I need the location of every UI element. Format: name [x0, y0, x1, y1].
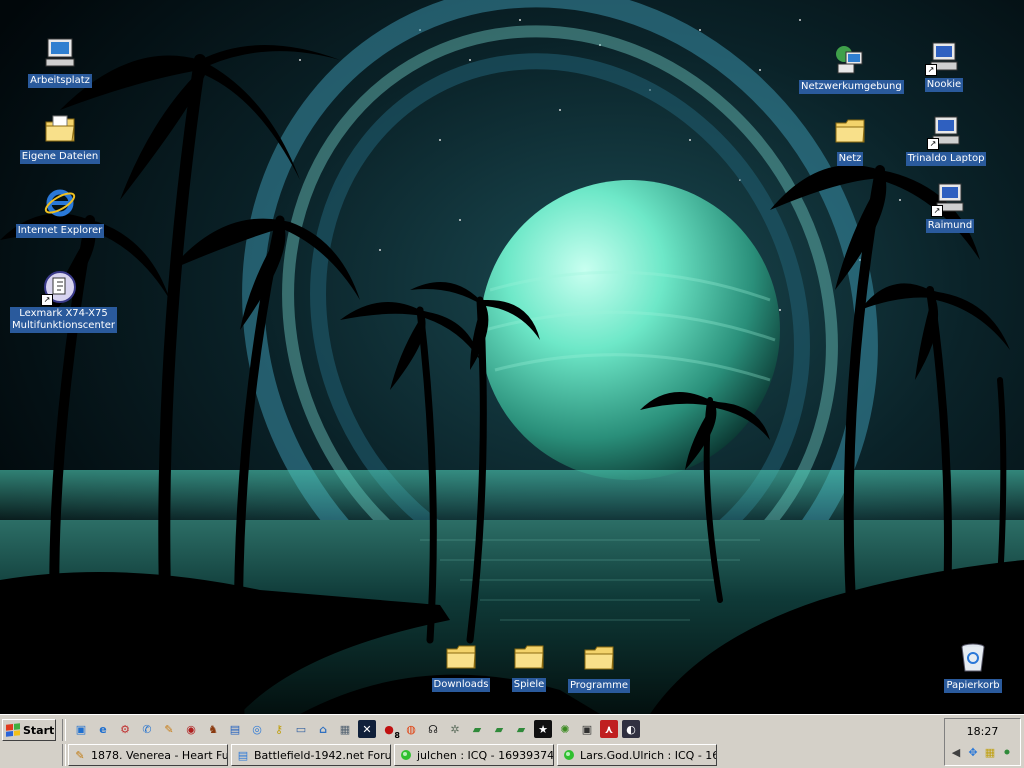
- task-buttons: ✎ 1878. Venerea - Heart Fu... ▤ Battlefi…: [68, 744, 717, 766]
- badge-app-icon[interactable]: ● 8: [380, 720, 400, 741]
- folder-icon: [582, 641, 616, 675]
- desktop-icon-label: Programme: [567, 679, 631, 693]
- search-icon[interactable]: ◎: [248, 720, 266, 738]
- tray-app-icon[interactable]: ▦: [983, 745, 997, 759]
- money-icon-3[interactable]: ▰: [512, 720, 530, 738]
- task-label: julchen : ICQ - 169393743: [417, 748, 554, 762]
- task-button-icq-julchen[interactable]: julchen : ICQ - 169393743: [394, 744, 554, 766]
- badge-count: 8: [394, 731, 400, 740]
- phone-icon[interactable]: ✆: [138, 720, 156, 738]
- desktop-icon-label: Internet Explorer: [15, 224, 105, 238]
- desktop-icon-label: Trinaldo Laptop: [905, 152, 987, 166]
- circle-red-icon[interactable]: ◍: [402, 720, 420, 738]
- desktop-wallpaper: [0, 0, 1024, 714]
- desktop-icon-trinaldo[interactable]: ↗ Trinaldo Laptop: [896, 114, 996, 166]
- web-page-icon: ✎: [75, 748, 85, 762]
- desktop-icon-label: Arbeitsplatz: [28, 74, 92, 88]
- headphones-icon[interactable]: ☊: [424, 720, 442, 738]
- task-label: 1878. Venerea - Heart Fu...: [91, 748, 228, 762]
- remote-computer-icon: ↗: [925, 40, 961, 76]
- acrobat-icon[interactable]: ⋏: [600, 720, 618, 738]
- documents-folder-icon: [43, 112, 77, 146]
- desktop-icon-papierkorb[interactable]: Papierkorb: [923, 641, 1023, 693]
- money-icon-2[interactable]: ▰: [490, 720, 508, 738]
- ie-quicklaunch-icon[interactable]: e: [94, 720, 112, 738]
- desktop-icon-arbeitsplatz[interactable]: Arbeitsplatz: [10, 36, 110, 88]
- ie-page-icon: ▤: [237, 748, 249, 762]
- document-icon[interactable]: ▦: [336, 720, 354, 738]
- toolbar-divider: [62, 744, 66, 766]
- volume-icon[interactable]: ◀: [949, 745, 963, 759]
- desktop-icon-internet-explorer[interactable]: Internet Explorer: [10, 186, 110, 238]
- shortcut-arrow-icon: ↗: [41, 294, 53, 306]
- remote-computer-icon: ↗: [927, 114, 963, 150]
- desktop-icon-label: Netzwerkumgebung: [799, 80, 904, 94]
- remote-computer-icon: ↗: [931, 181, 967, 217]
- lock-icon[interactable]: ▣: [578, 720, 596, 738]
- network-icon: [832, 42, 866, 76]
- desktop-icon-label: Netz: [836, 152, 864, 166]
- clock[interactable]: 18:27: [945, 725, 1020, 738]
- desktop-icon-label-multiline: Lexmark X74-X75 Multifunktionscenter: [10, 307, 117, 333]
- money-icon-1[interactable]: ▰: [468, 720, 486, 738]
- shortcut-arrow-icon: ↗: [925, 64, 937, 76]
- task-button-venerea[interactable]: ✎ 1878. Venerea - Heart Fu...: [68, 744, 228, 766]
- shortcut-arrow-icon: ↗: [931, 205, 943, 217]
- icq-flower-icon: [562, 748, 576, 762]
- wallpaper-scene: [0, 0, 1024, 714]
- ie-icon: [43, 186, 77, 220]
- toolbar-divider: [62, 719, 66, 741]
- tray-icons: ◀ ✥ ▦ ⚫: [949, 745, 1014, 759]
- windows-logo-icon: [6, 723, 20, 737]
- desktop-icon-netzwerkumgebung[interactable]: Netzwerkumgebung: [799, 42, 904, 94]
- start-label: Start: [23, 723, 55, 737]
- task-label: Lars.God.Ulrich : ICQ - 16...: [580, 748, 717, 762]
- pencil-icon[interactable]: ✎: [160, 720, 178, 738]
- folder-icon: [512, 640, 546, 674]
- crossed-icon[interactable]: ✕: [358, 720, 376, 738]
- disk-icon[interactable]: ▤: [226, 720, 244, 738]
- planet-shape: [480, 180, 780, 480]
- desktop-icon-label: Eigene Dateien: [19, 150, 101, 164]
- desktop-icon-label: Spiele: [511, 678, 547, 692]
- computer-icon: [43, 36, 77, 70]
- network-tray-icon[interactable]: ✥: [966, 745, 980, 759]
- folder-icon: [444, 640, 478, 674]
- recycle-bin-icon: [956, 641, 990, 675]
- start-button[interactable]: Start: [2, 719, 56, 741]
- task-button-icq-lars[interactable]: Lars.God.Ulrich : ICQ - 16...: [557, 744, 717, 766]
- system-tray: 18:27 ◀ ✥ ▦ ⚫: [944, 718, 1021, 766]
- desktop-icon-eigene-dateien[interactable]: Eigene Dateien: [10, 112, 110, 164]
- monitor-icon[interactable]: ▭: [292, 720, 310, 738]
- task-label: Battlefield-1942.net Foru...: [254, 748, 391, 762]
- shortcut-arrow-icon: ↗: [927, 138, 939, 150]
- desktop-icon-label-line2: Multifunktionscenter: [12, 320, 115, 331]
- desktop-icon-netz[interactable]: Netz: [800, 114, 900, 166]
- desktop-icon-label: Raimund: [925, 219, 975, 233]
- printer-shortcut-icon: ↗: [41, 270, 77, 306]
- tray-connection-icon[interactable]: ⚫: [1000, 745, 1014, 759]
- desktop-icon-label: Papierkorb: [944, 679, 1002, 693]
- taskbar: Start ▣ e ⚙ ✆ ✎ ◉ ♞ ▤ ◎ ⚷ ▭ ⌂ ▦ ✕ ● 8 ◍ ☊…: [0, 714, 1024, 768]
- alien-icon[interactable]: ✺: [556, 720, 574, 738]
- desktop-icon-raimund[interactable]: ↗ Raimund: [900, 181, 1000, 233]
- quick-launch-toolbar: ▣ e ⚙ ✆ ✎ ◉ ♞ ▤ ◎ ⚷ ▭ ⌂ ▦ ✕ ● 8 ◍ ☊ ✲ ▰ ▰…: [72, 720, 640, 740]
- dark-app-icon[interactable]: ◐: [622, 720, 640, 738]
- icq-flower-icon: [399, 748, 413, 762]
- desktop-icon-lexmark[interactable]: ↗ Lexmark X74-X75 Multifunktionscenter: [10, 270, 117, 333]
- desktop-icon-label-line1: Lexmark X74-X75: [19, 308, 108, 319]
- desktop-icon-nookie[interactable]: ↗ Nookie: [894, 40, 994, 92]
- task-button-battlefield[interactable]: ▤ Battlefield-1942.net Foru...: [231, 744, 391, 766]
- gear-icon[interactable]: ✲: [446, 720, 464, 738]
- folder-icon: [833, 114, 867, 148]
- game-icon[interactable]: ♞: [204, 720, 222, 738]
- connection-icon[interactable]: ⌂: [314, 720, 332, 738]
- network-tool-icon[interactable]: ⚙: [116, 720, 134, 738]
- desktop-icon-label: Nookie: [924, 78, 964, 92]
- star-app-icon[interactable]: ★: [534, 720, 552, 738]
- desktop-icon-programme[interactable]: Programme: [549, 641, 649, 693]
- show-desktop-icon[interactable]: ▣: [72, 720, 90, 738]
- key-icon[interactable]: ⚷: [270, 720, 288, 738]
- media-icon[interactable]: ◉: [182, 720, 200, 738]
